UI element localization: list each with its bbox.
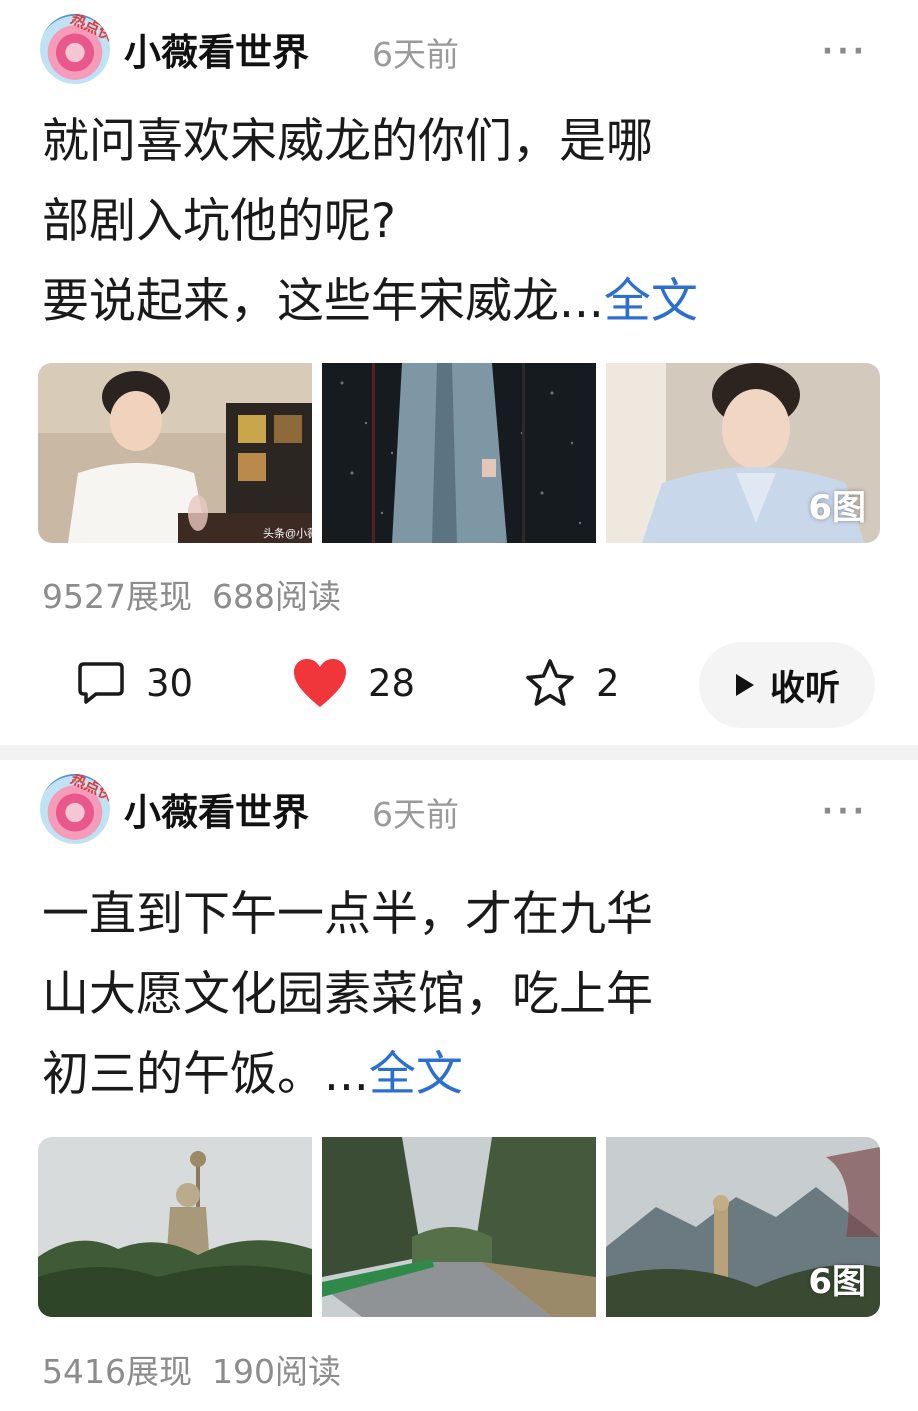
author-name[interactable]: 小薇看世界 — [124, 782, 309, 836]
star-icon — [526, 659, 574, 706]
feed-post[interactable]: 热点侠 小薇看世界 6天前 ··· 一直到下午一点半，才在九华 山大愿文化园素菜… — [0, 760, 918, 1411]
avatar[interactable]: 热点侠 — [40, 14, 110, 84]
fulltext-link[interactable]: 全文 — [369, 1047, 463, 1102]
author-name[interactable]: 小薇看世界 — [124, 22, 309, 76]
like-button[interactable]: 28 — [292, 658, 415, 708]
post-image[interactable]: 头条@小薇 — [38, 363, 312, 543]
feed-post[interactable]: 热点侠 小薇看世界 6天前 ··· 就问喜欢宋威龙的你们，是哪 部剧入坑他的呢?… — [0, 0, 918, 745]
post-image[interactable]: 6图 — [606, 363, 880, 543]
like-count: 28 — [368, 661, 416, 705]
image-count-badge: 6图 — [808, 1262, 866, 1302]
post-image[interactable]: 6图 — [606, 1137, 880, 1317]
reads-count: 688阅读 — [211, 577, 341, 616]
post-text[interactable]: 一直到下午一点半，才在九华 山大愿文化园素菜馆，吃上年 初三的午饭。...全文 — [42, 875, 882, 1115]
image-count-badge: 6图 — [808, 488, 866, 528]
avatar-badge: 热点侠 — [68, 14, 110, 45]
play-icon — [735, 674, 754, 696]
post-image[interactable] — [322, 363, 596, 543]
post-text-line: 山大愿文化园素菜馆，吃上年 — [42, 967, 653, 1022]
post-time: 6天前 — [372, 795, 459, 834]
listen-button[interactable]: 收听 — [699, 642, 875, 728]
post-stats: 9527展现 688阅读 — [42, 570, 361, 618]
post-stats: 5416展现 190阅读 — [42, 1345, 361, 1393]
post-text-line: 初三的午饭。...全文 — [42, 1035, 882, 1115]
heart-icon — [294, 659, 346, 707]
listen-label: 收听 — [769, 668, 840, 709]
post-text[interactable]: 就问喜欢宋威龙的你们，是哪 部剧入坑他的呢? 要说起来，这些年宋威龙...全文 — [42, 102, 882, 342]
avatar[interactable]: 热点侠 — [40, 774, 110, 844]
favorite-button[interactable]: 2 — [524, 658, 620, 708]
post-divider — [0, 745, 918, 760]
post-header: 热点侠 小薇看世界 6天前 ··· — [38, 772, 880, 847]
post-text-line: 要说起来，这些年宋威龙...全文 — [42, 262, 882, 342]
action-bar: 30 28 2 收听 — [0, 640, 918, 730]
post-text-last: 初三的午饭。... — [42, 1047, 369, 1102]
favorite-count: 2 — [596, 661, 620, 705]
post-text-line: 就问喜欢宋威龙的你们，是哪 — [42, 114, 653, 169]
post-text-line: 一直到下午一点半，才在九华 — [42, 887, 653, 942]
views-count: 9527展现 — [42, 577, 192, 616]
post-header: 热点侠 小薇看世界 6天前 ··· — [38, 12, 880, 87]
comment-icon — [78, 662, 124, 704]
post-image[interactable] — [38, 1137, 312, 1317]
post-time: 6天前 — [372, 35, 459, 74]
reads-count: 190阅读 — [211, 1352, 341, 1391]
more-icon[interactable]: ··· — [822, 794, 868, 829]
image-grid: 头条@小薇 — [38, 363, 880, 543]
image-grid: 6图 — [38, 1137, 880, 1317]
post-text-last: 要说起来，这些年宋威龙... — [42, 274, 604, 329]
fulltext-link[interactable]: 全文 — [604, 274, 698, 329]
avatar-badge: 热点侠 — [68, 774, 110, 805]
views-count: 5416展现 — [42, 1352, 192, 1391]
image-watermark: 头条@小薇 — [263, 526, 312, 540]
comment-count: 30 — [146, 661, 194, 705]
post-image[interactable] — [322, 1137, 596, 1317]
more-icon[interactable]: ··· — [822, 34, 868, 69]
post-text-line: 部剧入坑他的呢? — [42, 194, 396, 249]
comment-button[interactable]: 30 — [76, 658, 193, 708]
